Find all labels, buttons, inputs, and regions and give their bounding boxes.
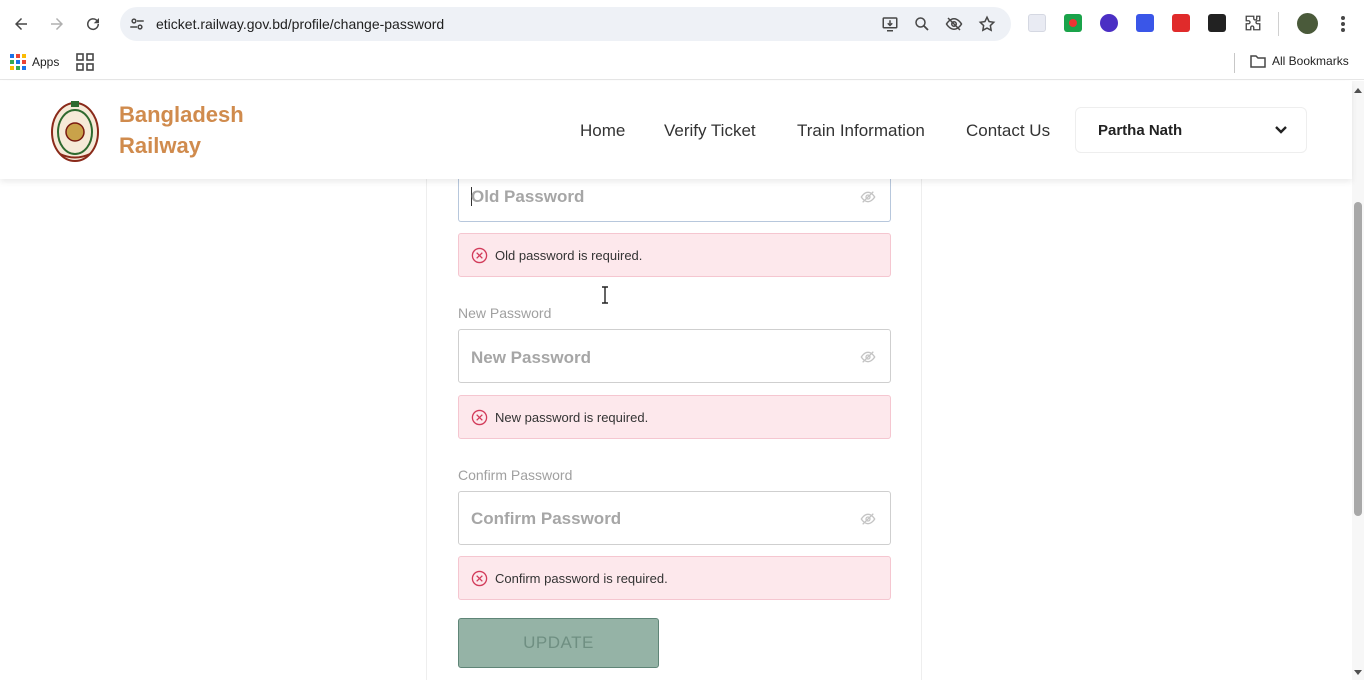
scroll-down-arrow-icon[interactable] [1353, 668, 1363, 678]
bookmarks-bar: Apps All Bookmarks [0, 48, 1364, 80]
scrollbar-thumb[interactable] [1354, 202, 1362, 516]
all-bookmarks[interactable]: All Bookmarks [1250, 54, 1349, 68]
confirm-password-label: Confirm Password [458, 467, 573, 483]
folder-icon [1250, 55, 1266, 68]
error-x-circle-icon [471, 409, 488, 426]
old-password-error-text: Old password is required. [495, 248, 643, 263]
new-password-label: New Password [458, 305, 552, 321]
extension-icon-6[interactable] [1208, 14, 1226, 32]
install-app-icon[interactable] [881, 15, 899, 33]
all-bookmarks-label: All Bookmarks [1272, 54, 1349, 68]
extension-icon-2[interactable] [1064, 14, 1082, 32]
user-menu-dropdown[interactable]: Partha Nath [1075, 107, 1307, 153]
bangladesh-railway-logo[interactable] [50, 99, 100, 163]
error-x-circle-icon [471, 247, 488, 264]
confirm-password-error: Confirm password is required. [458, 556, 891, 600]
update-button[interactable]: UPDATE [458, 618, 659, 668]
confirm-password-error-text: Confirm password is required. [495, 571, 668, 586]
error-x-circle-icon [471, 570, 488, 587]
text-cursor-icon [602, 286, 608, 304]
address-bar[interactable]: eticket.railway.gov.bd/profile/change-pa… [120, 7, 1011, 41]
brand-line-1: Bangladesh [119, 102, 244, 127]
reload-icon[interactable] [81, 12, 105, 36]
forward-icon[interactable] [45, 12, 69, 36]
new-password-placeholder: New Password [471, 348, 591, 367]
nav-verify-ticket[interactable]: Verify Ticket [664, 121, 756, 141]
new-password-error: New password is required. [458, 395, 891, 439]
nav-home[interactable]: Home [580, 121, 625, 141]
brand-name[interactable]: Bangladesh Railway [119, 99, 244, 161]
nav-contact-us[interactable]: Contact Us [966, 121, 1050, 141]
browser-menu-icon[interactable] [1335, 14, 1351, 34]
toggle-visibility-icon[interactable] [860, 511, 876, 527]
eye-slash-icon[interactable] [945, 15, 963, 33]
tab-groups-icon[interactable] [76, 53, 94, 71]
user-name: Partha Nath [1098, 122, 1183, 139]
back-icon[interactable] [9, 12, 33, 36]
bookmark-apps[interactable]: Apps [10, 54, 59, 70]
apps-label: Apps [32, 55, 60, 69]
extension-icon-1[interactable] [1028, 14, 1046, 32]
extension-icon-4[interactable] [1136, 14, 1154, 32]
extensions-puzzle-icon[interactable] [1244, 14, 1262, 32]
site-header: Bangladesh Railway Home Verify Ticket Tr… [0, 81, 1352, 179]
url-text[interactable]: eticket.railway.gov.bd/profile/change-pa… [156, 16, 444, 32]
old-password-error: Old password is required. [458, 233, 891, 277]
nav-train-information[interactable]: Train Information [797, 121, 925, 141]
chevron-down-icon [1275, 126, 1287, 134]
new-password-error-text: New password is required. [495, 410, 649, 425]
profile-avatar[interactable] [1297, 13, 1318, 34]
brand-line-2: Railway [119, 133, 201, 158]
apps-grid-icon [10, 54, 26, 70]
bookmarks-divider [1234, 53, 1235, 73]
toggle-visibility-icon[interactable] [860, 189, 876, 205]
extension-icon-3[interactable] [1100, 14, 1118, 32]
bookmark-star-icon[interactable] [978, 15, 996, 33]
old-password-placeholder: Old Password [471, 187, 585, 206]
toggle-visibility-icon[interactable] [860, 349, 876, 365]
site-settings-icon[interactable] [128, 15, 146, 33]
new-password-input[interactable]: New Password [458, 329, 891, 383]
scroll-up-arrow-icon[interactable] [1353, 85, 1363, 95]
extension-icon-5[interactable] [1172, 14, 1190, 32]
zoom-icon[interactable] [913, 15, 931, 33]
toolbar-divider [1278, 12, 1279, 36]
old-password-input[interactable]: Old Password [458, 179, 891, 222]
confirm-password-input[interactable]: Confirm Password [458, 491, 891, 545]
confirm-password-placeholder: Confirm Password [471, 509, 622, 528]
browser-toolbar: eticket.railway.gov.bd/profile/change-pa… [0, 0, 1364, 48]
